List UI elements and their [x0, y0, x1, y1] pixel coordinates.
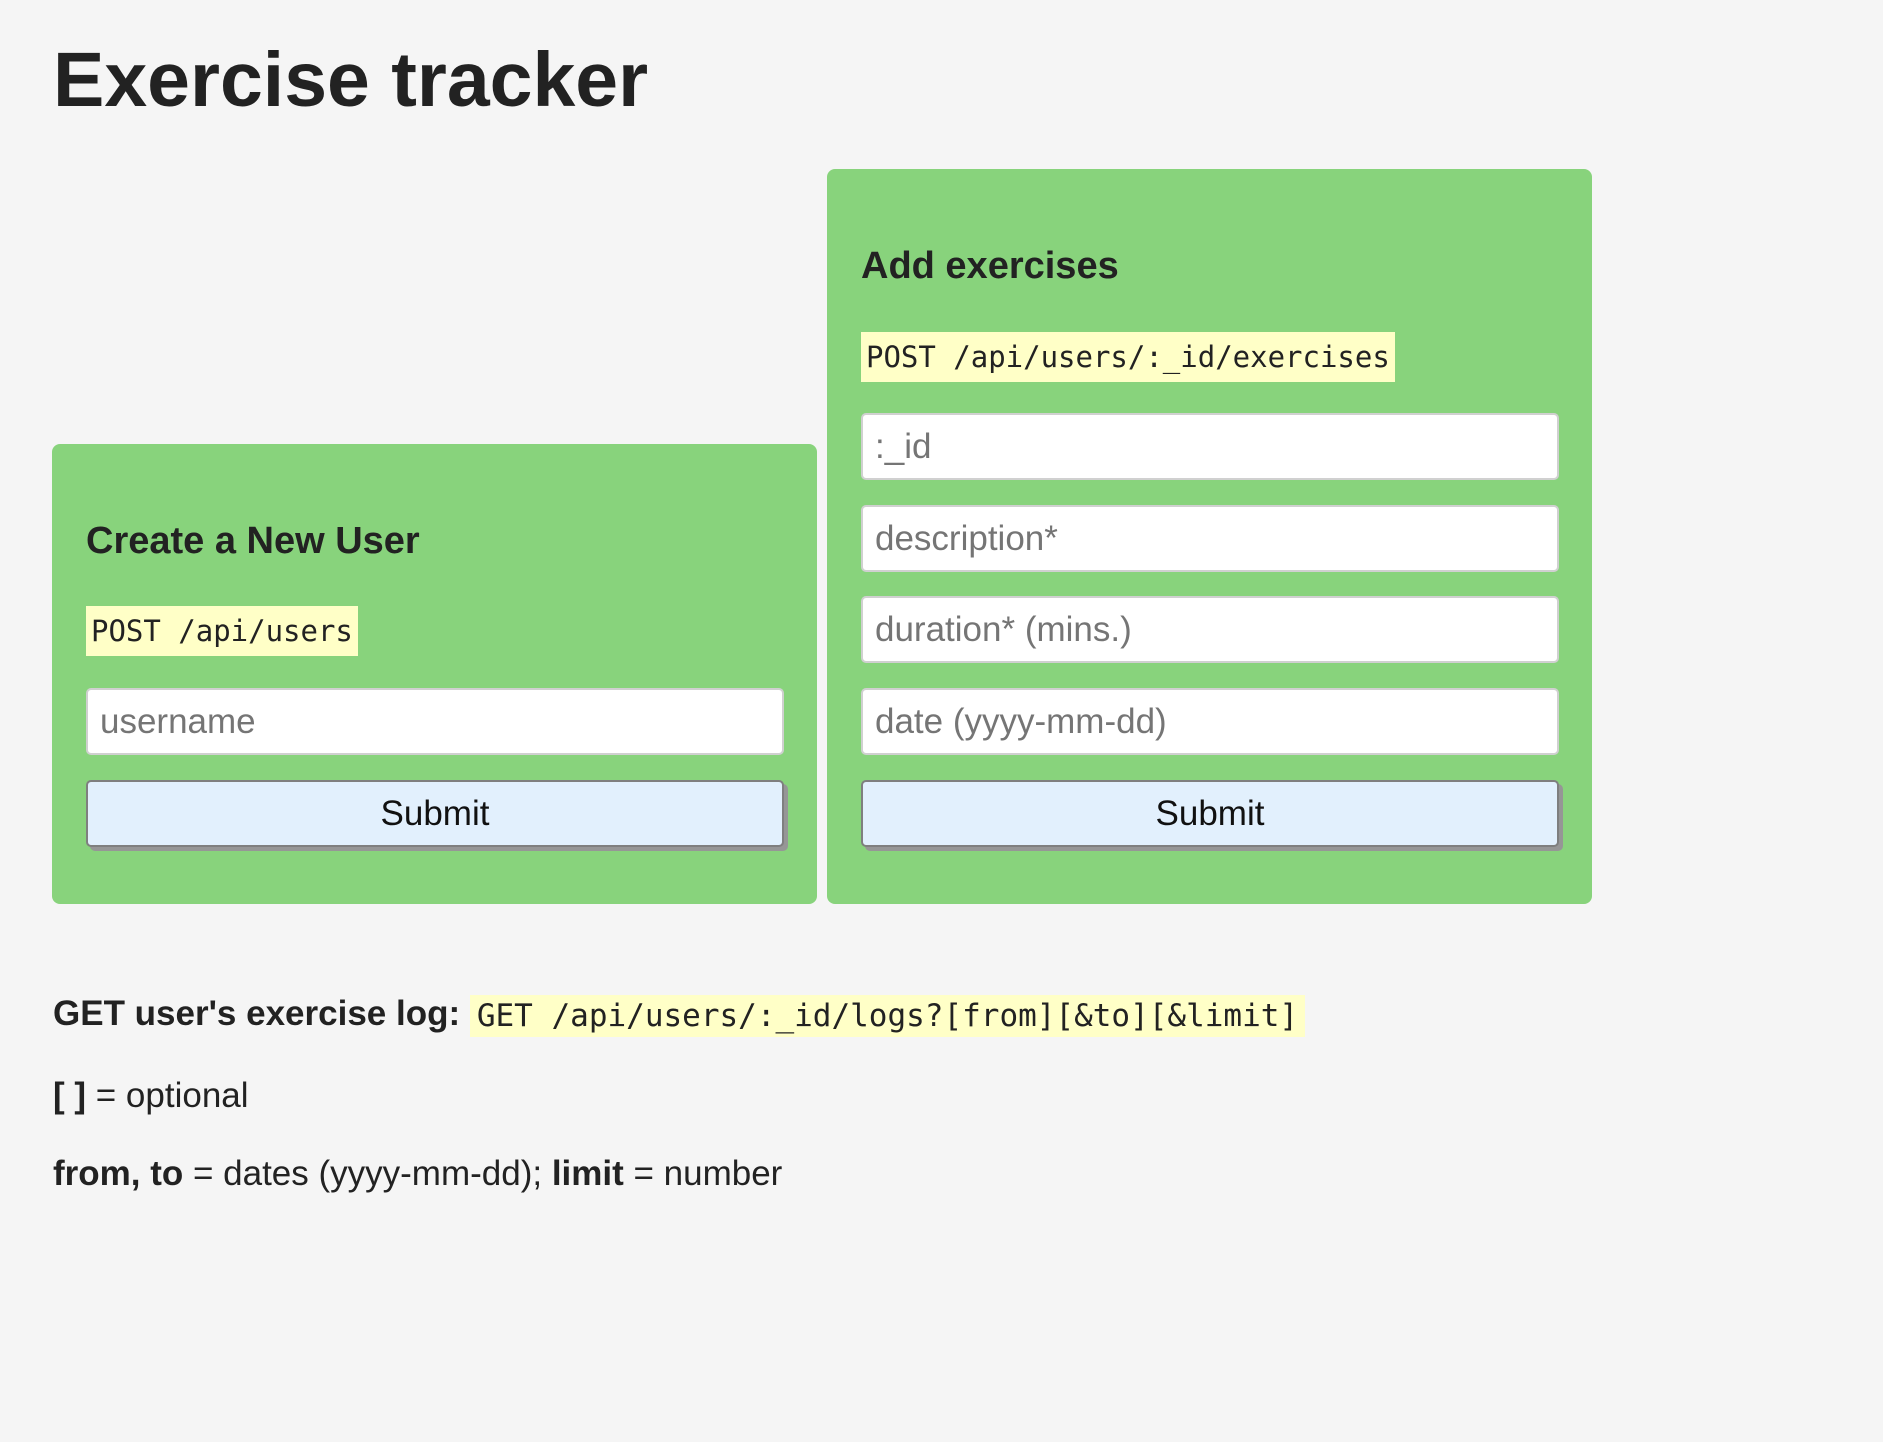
optional-key: [ ]	[53, 1076, 87, 1115]
params-key-dates: from, to	[53, 1154, 184, 1193]
create-user-form: Create a New User POST /api/users Submit	[52, 444, 817, 904]
username-input[interactable]	[86, 688, 784, 755]
duration-input[interactable]	[861, 596, 1559, 663]
date-input[interactable]	[861, 688, 1559, 755]
add-exercise-endpoint: POST /api/users/:_id/exercises	[861, 332, 1395, 382]
exercise-log-label: GET user's exercise log:	[53, 994, 461, 1033]
params-text-dates: = dates (yyyy-mm-dd);	[183, 1154, 552, 1193]
optional-text: = optional	[86, 1076, 249, 1115]
exercise-log-endpoint: GET /api/users/:_id/logs?[from][&to][&li…	[469, 994, 1306, 1037]
exercise-log-info: GET user's exercise log: GET /api/users/…	[53, 994, 1306, 1037]
add-exercise-heading: Add exercises	[861, 245, 1119, 287]
user-id-input[interactable]	[861, 413, 1559, 480]
params-text-limit: = number	[623, 1154, 783, 1193]
create-user-endpoint: POST /api/users	[86, 606, 358, 656]
description-input[interactable]	[861, 505, 1559, 572]
params-key-limit: limit	[551, 1154, 624, 1193]
create-user-submit-button[interactable]: Submit	[86, 780, 784, 847]
create-user-heading: Create a New User	[86, 520, 420, 562]
add-exercise-form: Add exercises POST /api/users/:_id/exerc…	[827, 169, 1592, 904]
optional-legend: [ ] = optional	[53, 1076, 249, 1116]
params-legend: from, to = dates (yyyy-mm-dd); limit = n…	[53, 1154, 782, 1194]
add-exercise-submit-button[interactable]: Submit	[861, 780, 1559, 847]
page-title: Exercise tracker	[53, 37, 649, 123]
